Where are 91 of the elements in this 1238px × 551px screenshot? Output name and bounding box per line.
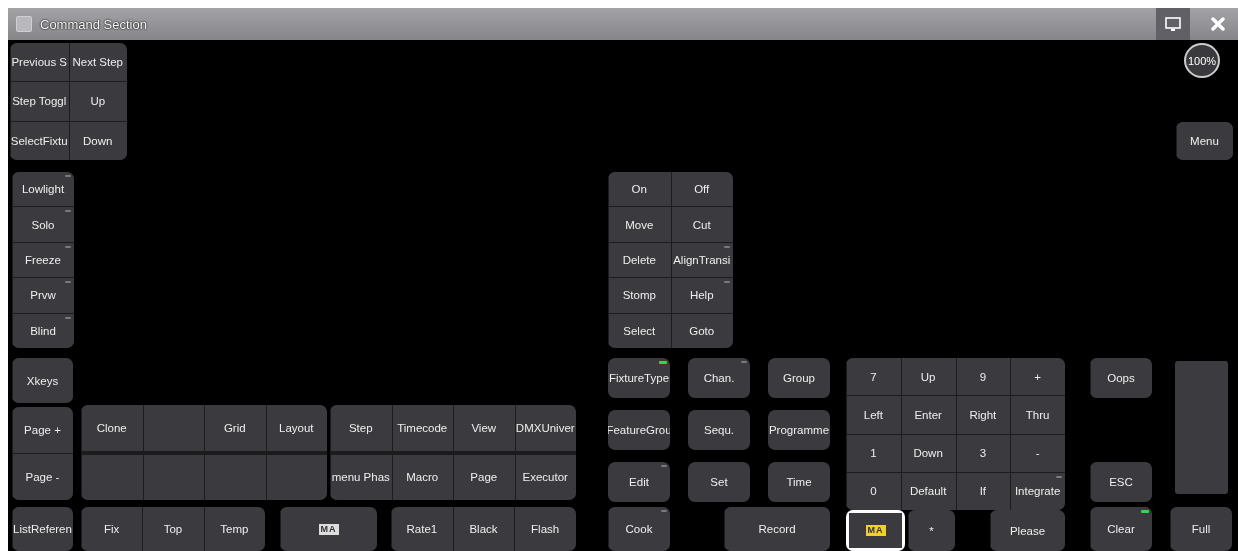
- key-button[interactable]: Default: [900, 472, 956, 510]
- key-button[interactable]: Black: [452, 507, 515, 551]
- key-button[interactable]: menu Phas: [330, 454, 392, 500]
- key-button[interactable]: Prvw: [12, 278, 74, 313]
- key-button[interactable]: Previous S: [10, 43, 69, 82]
- key-button[interactable]: ListReferen: [12, 507, 73, 551]
- monitor-icon: [1165, 16, 1181, 32]
- key-button[interactable]: Please: [990, 510, 1065, 551]
- key-button[interactable]: Xkeys: [12, 358, 73, 403]
- key-button[interactable]: *: [908, 510, 955, 551]
- key-button[interactable]: Programme: [768, 410, 830, 450]
- key-button[interactable]: 7: [846, 358, 901, 396]
- key-button[interactable]: Top: [142, 507, 204, 551]
- key-button[interactable]: Timecode: [391, 405, 453, 451]
- key-button[interactable]: Oops: [1090, 358, 1152, 398]
- blank-key[interactable]: [142, 405, 204, 451]
- key-button[interactable]: Step Toggl: [10, 82, 69, 121]
- logo-key[interactable]: MA: [280, 507, 377, 551]
- blank-key[interactable]: [81, 454, 143, 500]
- window-icon: [16, 16, 32, 32]
- key-button[interactable]: Up: [68, 82, 127, 121]
- key-button[interactable]: 3: [955, 434, 1011, 472]
- fader-panel[interactable]: [1175, 361, 1228, 494]
- key-button[interactable]: Grid: [204, 405, 266, 451]
- key-button[interactable]: Delete: [608, 242, 671, 278]
- key-button[interactable]: Page +: [12, 407, 73, 453]
- key-button[interactable]: -: [1010, 434, 1065, 472]
- logo-key[interactable]: MA: [846, 510, 905, 551]
- key-button[interactable]: Sequ.: [688, 410, 750, 450]
- key-button[interactable]: Step: [330, 405, 392, 451]
- key-button[interactable]: Time: [768, 462, 830, 502]
- key-button[interactable]: Clone: [81, 405, 143, 451]
- key-button[interactable]: Enter: [900, 396, 956, 434]
- key-button[interactable]: 0: [846, 472, 901, 510]
- key-button[interactable]: Select: [608, 313, 671, 348]
- key-button[interactable]: Down: [900, 434, 956, 472]
- key-button[interactable]: Page: [453, 454, 515, 500]
- key-button[interactable]: Right: [955, 396, 1011, 434]
- key-button[interactable]: ESC: [1090, 462, 1152, 502]
- key-button[interactable]: Help: [670, 278, 733, 313]
- logo-text: MA: [318, 523, 339, 535]
- blank-key[interactable]: [142, 454, 204, 500]
- key-button[interactable]: Lowlight: [12, 172, 74, 207]
- key-button[interactable]: Off: [670, 172, 733, 207]
- key-button[interactable]: Rate1: [391, 507, 453, 551]
- key-button[interactable]: Stomp: [608, 278, 671, 313]
- close-icon: [1211, 17, 1225, 31]
- key-button[interactable]: +: [1010, 358, 1065, 396]
- key-button[interactable]: Executor: [514, 454, 576, 500]
- key-button[interactable]: Down: [68, 121, 127, 160]
- key-button[interactable]: Next Step: [68, 43, 127, 82]
- key-button[interactable]: Move: [608, 207, 671, 242]
- key-button[interactable]: Flash: [514, 507, 576, 551]
- key-button[interactable]: Cut: [670, 207, 733, 242]
- key-button[interactable]: Full: [1170, 507, 1232, 551]
- key-button[interactable]: Left: [846, 396, 901, 434]
- key-button[interactable]: Thru: [1010, 396, 1065, 434]
- key-button[interactable]: 9: [955, 358, 1011, 396]
- key-button[interactable]: Temp: [203, 507, 265, 551]
- key-button[interactable]: Goto: [670, 313, 733, 348]
- key-button[interactable]: Freeze: [12, 242, 74, 278]
- key-button[interactable]: Layout: [265, 405, 327, 451]
- key-button[interactable]: View: [453, 405, 515, 451]
- key-button[interactable]: Cook: [608, 507, 670, 551]
- key-button[interactable]: AlignTransi: [670, 242, 733, 278]
- key-button[interactable]: Chan.: [688, 358, 750, 398]
- key-button[interactable]: Page -: [12, 454, 73, 500]
- key-button[interactable]: Clear: [1090, 507, 1152, 551]
- blank-key[interactable]: [204, 454, 266, 500]
- key-button[interactable]: Record: [724, 507, 830, 551]
- key-button[interactable]: Solo: [12, 207, 74, 242]
- key-button[interactable]: DMXUniver: [514, 405, 576, 451]
- key-button[interactable]: FixtureType: [608, 358, 670, 398]
- key-button[interactable]: Edit: [608, 462, 670, 502]
- key-button[interactable]: Group: [768, 358, 830, 398]
- key-button[interactable]: If: [955, 472, 1011, 510]
- key-button[interactable]: On: [608, 172, 671, 207]
- window-title: Command Section: [40, 16, 147, 32]
- key-button[interactable]: Up: [900, 358, 956, 396]
- monitor-button[interactable]: [1156, 8, 1190, 40]
- key-button[interactable]: Fix: [81, 507, 143, 551]
- key-button[interactable]: Menu: [1176, 122, 1233, 160]
- key-button[interactable]: SelectFixtu: [10, 121, 69, 160]
- logo-text: MA: [865, 525, 886, 536]
- key-button[interactable]: Integrate: [1010, 472, 1065, 510]
- key-button[interactable]: Set: [688, 462, 750, 502]
- key-button[interactable]: FeatureGrou: [608, 410, 670, 450]
- blank-key[interactable]: [265, 454, 327, 500]
- key-button[interactable]: Blind: [12, 313, 74, 348]
- key-button[interactable]: Macro: [391, 454, 453, 500]
- key-button[interactable]: 1: [846, 434, 901, 472]
